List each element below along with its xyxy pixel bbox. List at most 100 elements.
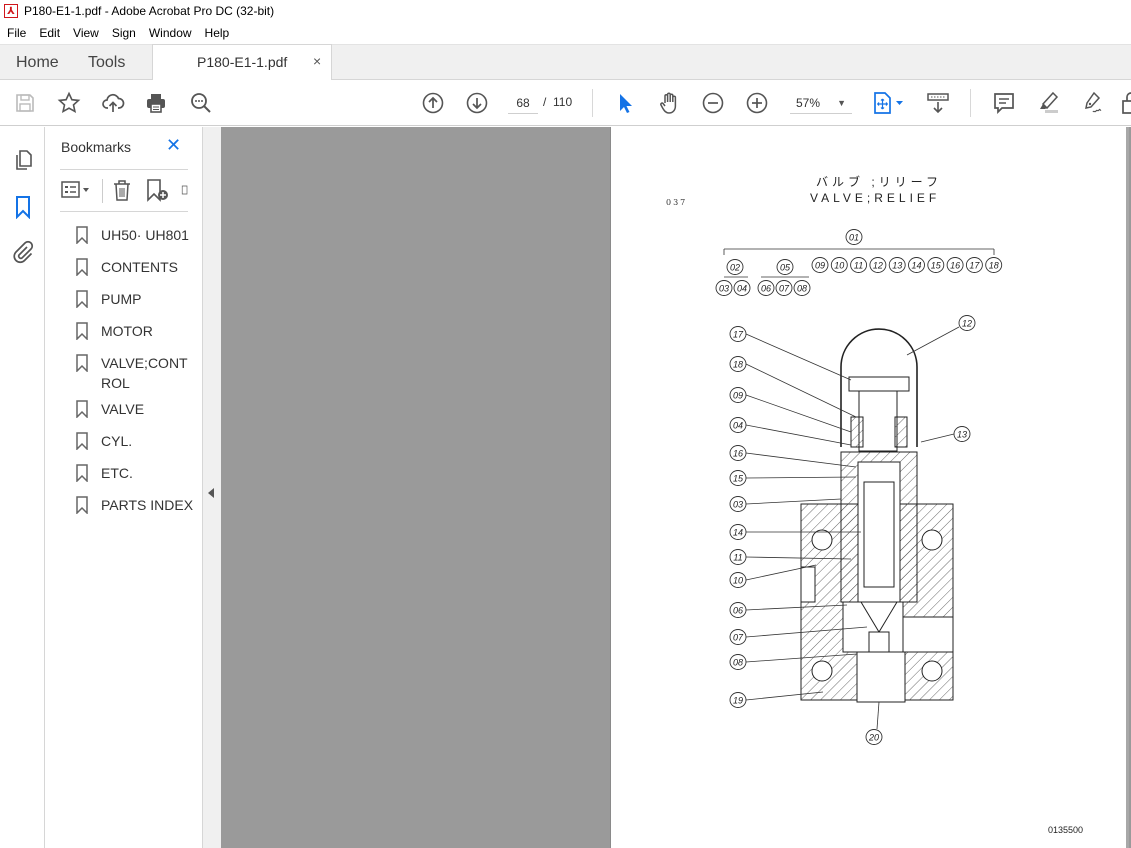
valve-drawing: 01 02 03 04 05 06 07 08 09 10 11 12 13 14 15 16 17 18: [715, 229, 1003, 745]
zoom-level-value: 57%: [796, 96, 821, 110]
save-icon[interactable]: [12, 90, 38, 116]
bookmark-icon: [76, 258, 88, 276]
toolbar-divider: [102, 179, 103, 203]
menu-window[interactable]: Window: [142, 26, 198, 40]
bookmark-label: MOTOR: [101, 323, 153, 339]
sign-icon[interactable]: [1079, 90, 1105, 116]
hand-icon[interactable]: [656, 90, 682, 116]
callout-text: 12: [962, 319, 972, 329]
callout-text: 06: [733, 606, 743, 616]
zoom-level-dropdown[interactable]: 57% ▼: [790, 92, 852, 114]
tab-home[interactable]: Home: [16, 45, 59, 80]
bookmark-item[interactable]: PUMP: [75, 285, 203, 317]
bookmark-item[interactable]: CYL.: [75, 427, 203, 459]
attachment-icon[interactable]: [10, 239, 36, 265]
page-separator: /: [543, 95, 547, 109]
tree-node-text: 08: [797, 284, 807, 294]
new-bookmark-icon[interactable]: [145, 177, 171, 203]
tab-document[interactable]: P180-E1-1.pdf ×: [152, 44, 332, 81]
leader-line: [906, 326, 960, 356]
menu-bar: File Edit View Sign Window Help: [0, 22, 1131, 44]
bookmark-label: CONTENTS: [101, 259, 178, 275]
bookmark-item[interactable]: VALVE: [75, 395, 203, 427]
tree-node-text: 09: [815, 261, 825, 271]
pdf-page: 037 バルブ ;リリーフ VALVE;RELIEF 0135500 01 02 0…: [610, 127, 1129, 848]
select-arrow-icon[interactable]: [612, 90, 638, 116]
callout-text: 10: [733, 576, 743, 586]
close-icon[interactable]: ✕: [166, 135, 181, 156]
bookmark-item[interactable]: UH50· UH801: [75, 221, 203, 253]
print-icon[interactable]: [143, 90, 169, 116]
search-zoom-icon[interactable]: [188, 90, 214, 116]
tree-node-text: 03: [719, 284, 729, 294]
pages-icon[interactable]: [10, 147, 36, 173]
menu-edit[interactable]: Edit: [32, 26, 66, 40]
bookmark-item[interactable]: PARTS INDEX: [75, 491, 203, 523]
next-page-icon[interactable]: [464, 90, 490, 116]
bookmark-icon: [76, 354, 88, 372]
callout-text: 19: [733, 696, 743, 706]
bookmarks-panel: Bookmarks ✕ UH50· UH801 CONTENTS PUMP MO…: [45, 127, 203, 848]
callout-text: 11: [733, 553, 742, 563]
tree-node-text: 14: [911, 261, 921, 271]
bookmark-item[interactable]: MOTOR: [75, 317, 203, 349]
leader-line: [745, 363, 857, 418]
zoom-out-icon[interactable]: [700, 90, 726, 116]
title-bar: ⅄ P180-E1-1.pdf - Adobe Acrobat Pro DC (…: [0, 0, 1131, 22]
toolbar-divider: [970, 89, 971, 117]
bookmark-label: VALVE: [101, 401, 145, 417]
menu-view[interactable]: View: [66, 26, 105, 40]
callout-text: 14: [733, 528, 743, 538]
leader-line: [920, 433, 955, 443]
highlight-icon[interactable]: [1035, 90, 1061, 116]
document-viewer[interactable]: 037 バルブ ;リリーフ VALVE;RELIEF 0135500 01 02 0…: [221, 127, 1131, 848]
callout-text: 18: [733, 360, 743, 370]
parts-tree: 01 02 03 04 05 06 07 08 09 10 11 12 13 14 15 16 17 18: [715, 229, 1003, 296]
tab-tools[interactable]: Tools: [88, 45, 125, 80]
leader-line: [745, 498, 842, 505]
tree-node-text: 02: [730, 263, 740, 273]
page-count: 110: [553, 95, 573, 109]
options-menu-icon[interactable]: [61, 177, 91, 203]
upload-cloud-icon[interactable]: [100, 90, 126, 116]
bookmark-label: UH50· UH801: [101, 227, 189, 243]
chevron-down-icon: ▼: [837, 98, 846, 108]
panel-collapse-handle[interactable]: [203, 127, 221, 848]
bookmark-label: VALVE;CONTROL: [101, 355, 188, 391]
fit-page-icon[interactable]: [870, 90, 906, 116]
panel-divider: [60, 211, 188, 212]
tree-node-text: 07: [779, 284, 790, 294]
zoom-in-icon[interactable]: [744, 90, 770, 116]
lock-icon[interactable]: [1119, 90, 1131, 116]
close-tab-button[interactable]: ×: [313, 53, 321, 69]
tree-node-text: 16: [950, 261, 960, 271]
bookmark-icon[interactable]: [10, 194, 36, 220]
bookmark-label: PUMP: [101, 291, 142, 307]
valve-body-section: [800, 328, 954, 703]
bookmark-item[interactable]: ETC.: [75, 459, 203, 491]
panel-divider: [60, 169, 188, 170]
menu-sign[interactable]: Sign: [105, 26, 142, 40]
star-icon[interactable]: [56, 90, 82, 116]
collapse-arrow-icon: [208, 488, 214, 498]
menu-help[interactable]: Help: [198, 26, 236, 40]
callout-text: 07: [733, 633, 744, 643]
bookmark-item[interactable]: VALVE;CONTROL: [75, 349, 203, 395]
bookmark-item[interactable]: CONTENTS: [75, 253, 203, 285]
expand-icon[interactable]: [181, 177, 189, 203]
leader-line: [876, 701, 880, 730]
scroll-mode-icon[interactable]: [925, 90, 951, 116]
callout-text: 03: [733, 500, 743, 510]
bookmark-icon: [76, 464, 88, 482]
tree-node-text: 13: [892, 261, 902, 271]
tree-node-text: 18: [989, 261, 999, 271]
callout-text: 09: [733, 391, 743, 401]
menu-file[interactable]: File: [0, 26, 32, 40]
toolbar-divider: [592, 89, 593, 117]
comment-icon[interactable]: [991, 90, 1017, 116]
page-total: / 110: [543, 95, 572, 109]
previous-page-icon[interactable]: [420, 90, 446, 116]
bookmark-label: CYL.: [101, 433, 133, 449]
page-number-input[interactable]: 68: [508, 92, 538, 114]
delete-icon[interactable]: [112, 177, 132, 203]
